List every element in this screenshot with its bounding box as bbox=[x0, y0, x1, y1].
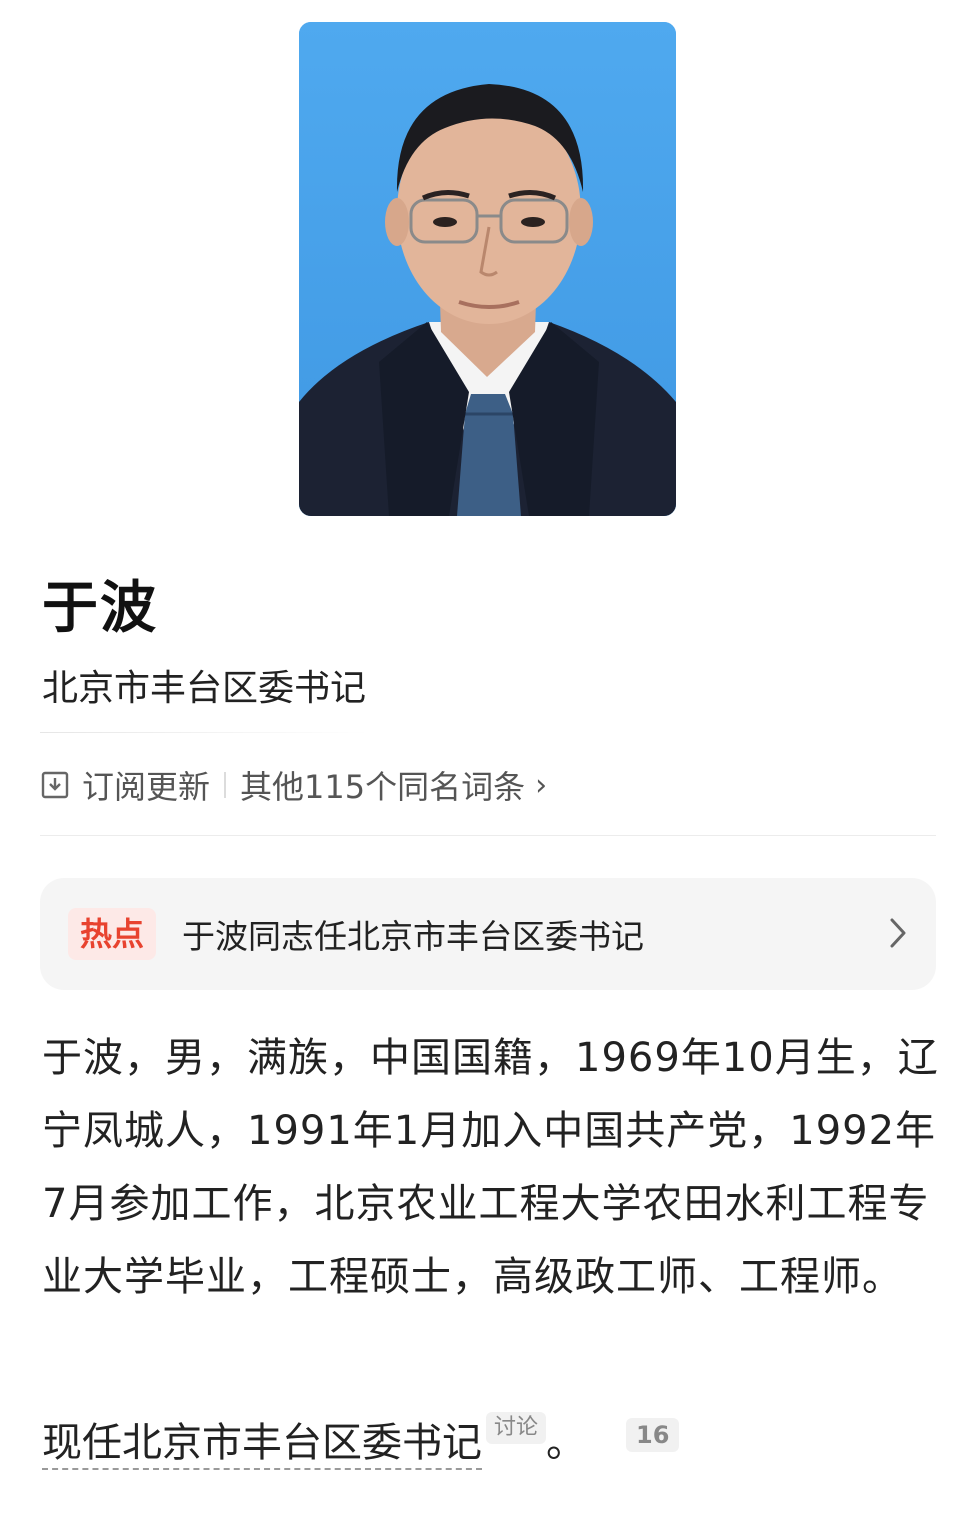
separator bbox=[224, 772, 227, 798]
person-name: 于波 bbox=[42, 576, 158, 641]
hot-news-text: 于波同志任北京市丰台区委书记 bbox=[182, 917, 645, 956]
discuss-badge[interactable]: 讨论 bbox=[486, 1412, 547, 1444]
current-position-line: 现任北京市丰台区委书记 讨论。 16 bbox=[42, 1408, 680, 1478]
subscribe-icon bbox=[41, 771, 69, 799]
hot-news-card[interactable]: 热点 于波同志任北京市丰台区委书记 bbox=[40, 878, 936, 990]
portrait-image bbox=[299, 22, 676, 516]
biography-paragraph: 于波，男，满族，中国国籍，1969年10月生，辽宁凤城人，1991年1月加入中国… bbox=[42, 1035, 939, 1300]
current-position-link[interactable]: 现任北京市丰台区委书记 bbox=[42, 1420, 482, 1470]
action-bar: 订阅更新 其他115个同名词条 › bbox=[40, 760, 547, 810]
person-title: 北京市丰台区委书记 bbox=[42, 668, 367, 709]
chevron-right-icon: › bbox=[535, 767, 548, 803]
divider bbox=[40, 835, 936, 836]
subscribe-label: 订阅更新 bbox=[82, 768, 211, 806]
divider bbox=[40, 732, 370, 733]
reference-count-badge[interactable]: 16 bbox=[626, 1418, 680, 1452]
subscribe-button[interactable]: 订阅更新 bbox=[40, 762, 210, 808]
same-name-entries-link[interactable]: 其他115个同名词条 › bbox=[240, 762, 547, 808]
chevron-right-icon bbox=[890, 918, 906, 948]
portrait-photo[interactable] bbox=[299, 22, 676, 516]
same-name-label: 其他115个同名词条 bbox=[240, 768, 526, 806]
hot-tag: 热点 bbox=[68, 908, 157, 960]
sentence-end: 。 bbox=[546, 1420, 587, 1466]
